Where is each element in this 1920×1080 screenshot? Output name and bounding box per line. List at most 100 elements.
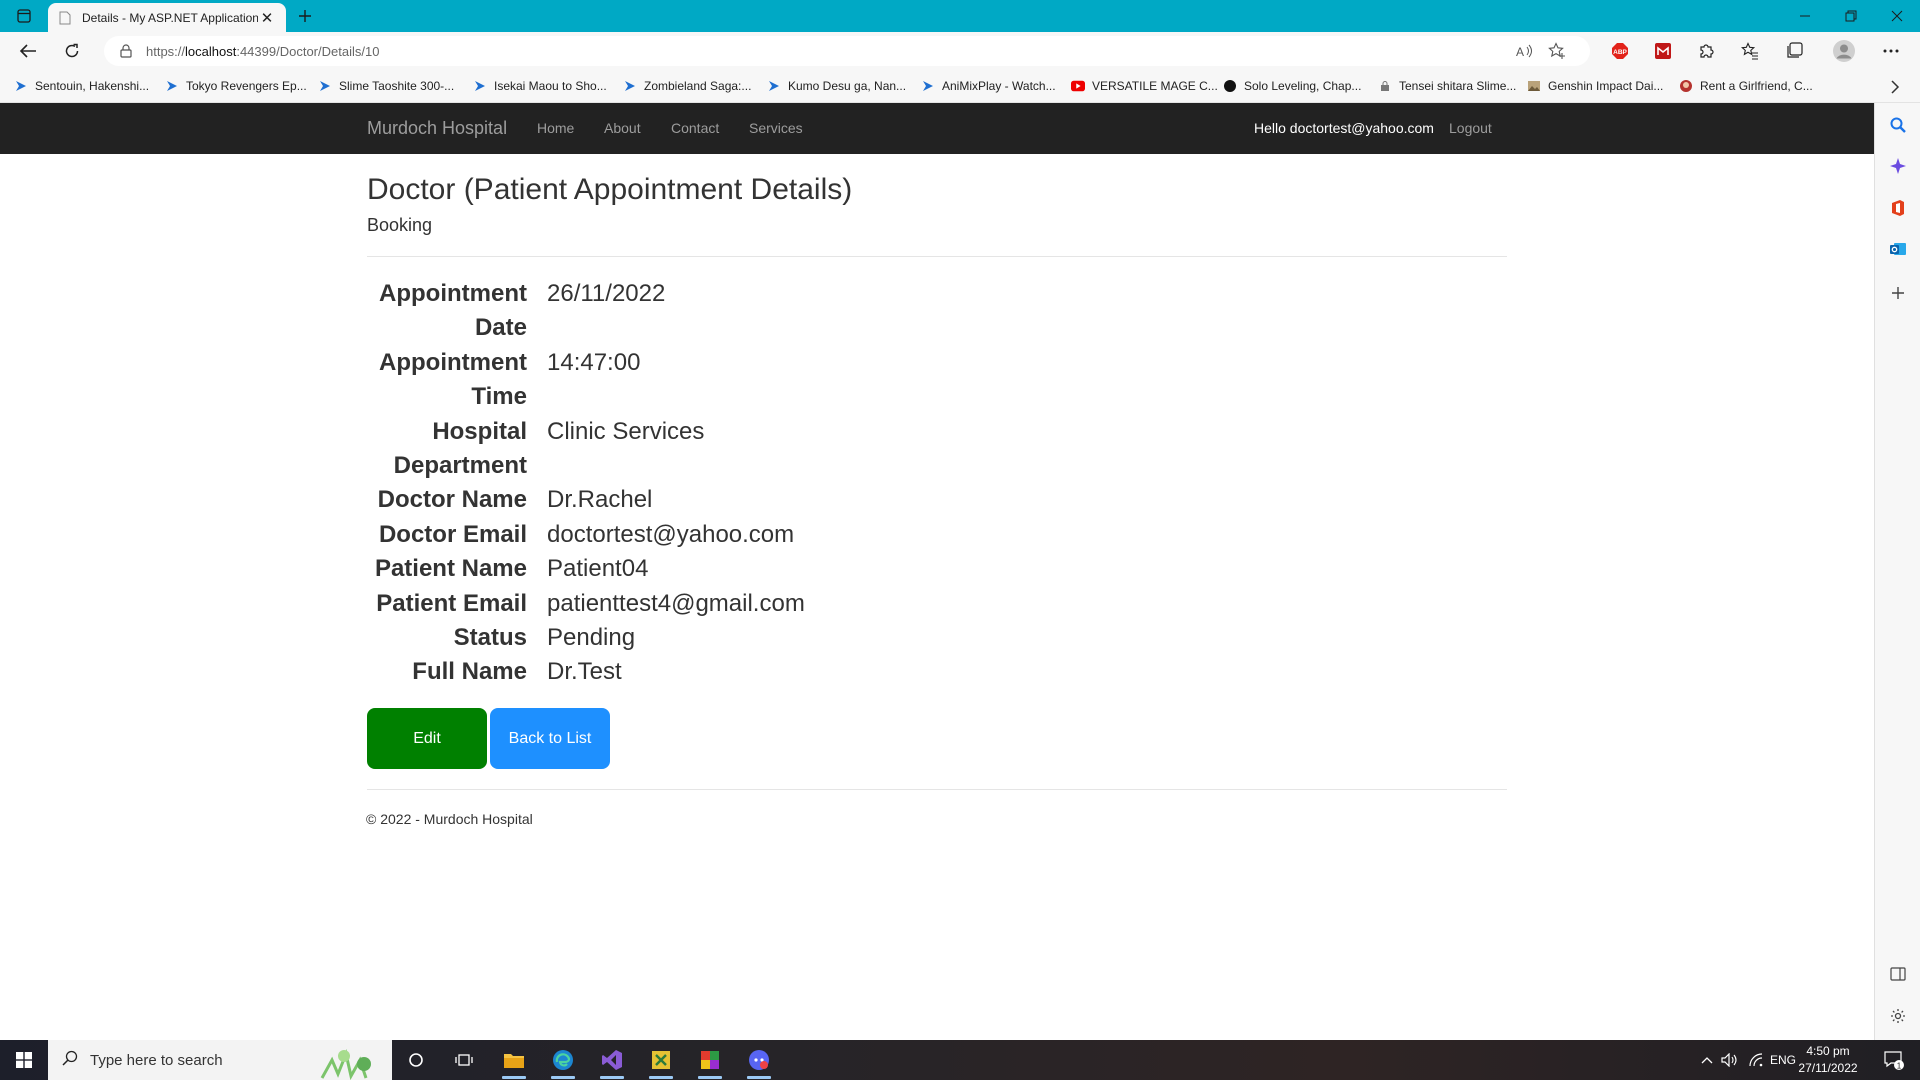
favorite-item[interactable]: Slime Taoshite 300-...: [318, 77, 454, 95]
favorite-item[interactable]: AniMixPlay - Watch...: [921, 77, 1056, 95]
bookmark-arrow-icon: [767, 79, 781, 93]
detail-label: Status: [453, 624, 527, 652]
detail-label: Doctor Email: [378, 520, 527, 548]
browser-tab-active[interactable]: Details - My ASP.NET Application ✕: [48, 3, 286, 32]
taskbar-search-box[interactable]: Type here to search: [48, 1040, 392, 1080]
minimize-icon[interactable]: [1782, 0, 1828, 32]
favorite-item[interactable]: Genshin Impact Dai...: [1527, 77, 1663, 95]
search-icon[interactable]: [1885, 112, 1911, 138]
page-subtitle: Booking: [367, 215, 433, 235]
detail-label: Patient Name: [374, 555, 527, 583]
logout-link[interactable]: Logout: [1449, 120, 1492, 136]
favorite-item[interactable]: Sentouin, Hakenshi...: [14, 77, 149, 95]
site-navbar: Murdoch Hospital Home About Contact Serv…: [0, 103, 1874, 154]
sql-tool-icon[interactable]: [637, 1040, 685, 1080]
winrar-app-icon[interactable]: [686, 1040, 734, 1080]
mcafee-extension-icon[interactable]: [1648, 37, 1678, 65]
sidebar-settings-gear-icon[interactable]: [1885, 1003, 1911, 1029]
lock-icon[interactable]: [118, 43, 134, 59]
favorite-item[interactable]: Tensei shitara Slime...: [1378, 77, 1516, 95]
add-sidebar-app-icon[interactable]: [1885, 280, 1911, 306]
collections-icon[interactable]: [1779, 37, 1809, 65]
detail-row: Hospital Department Clinic Services: [367, 415, 1067, 484]
detail-value: Patient04: [547, 555, 649, 583]
task-view-icon[interactable]: [440, 1040, 488, 1080]
discover-sparkle-icon[interactable]: [1885, 153, 1911, 179]
page-favicon-icon: [58, 11, 72, 25]
favorite-item[interactable]: Isekai Maou to Sho...: [473, 77, 607, 95]
detail-value: 14:47:00: [547, 348, 641, 376]
favorite-item[interactable]: Zombieland Saga:...: [623, 77, 751, 95]
tab-title: Details - My ASP.NET Application: [82, 10, 258, 25]
office-icon[interactable]: [1885, 195, 1911, 221]
add-favorite-star-icon[interactable]: [1546, 42, 1568, 60]
user-greeting-link[interactable]: Hello doctortest@yahoo.com: [1254, 120, 1434, 136]
new-tab-icon[interactable]: [292, 5, 318, 27]
site-brand-link[interactable]: Murdoch Hospital: [367, 118, 507, 139]
page-title: Doctor (Patient Appointment Details): [367, 173, 853, 206]
profile-avatar-icon[interactable]: [1829, 37, 1859, 65]
detail-value: Clinic Services: [547, 417, 705, 445]
detail-row: Doctor Email doctortest@yahoo.com: [367, 518, 1067, 552]
show-hidden-icons-chevron-icon[interactable]: [1697, 1040, 1717, 1080]
windows-start-icon[interactable]: [0, 1040, 48, 1080]
restore-icon[interactable]: [1828, 0, 1874, 32]
bookmark-arrow-icon: [473, 79, 487, 93]
favorite-item[interactable]: Tokyo Revengers Ep...: [165, 77, 307, 95]
adblock-plus-icon[interactable]: ABP: [1605, 37, 1635, 65]
cortana-icon[interactable]: [392, 1040, 440, 1080]
network-wifi-icon[interactable]: [1745, 1040, 1767, 1080]
favorite-item[interactable]: Rent a Girlfriend, C...: [1679, 77, 1813, 95]
nav-link-home[interactable]: Home: [537, 120, 574, 136]
bookmark-arrow-icon: [318, 79, 332, 93]
detail-row: Full Name Dr.Test: [367, 655, 1067, 689]
favorites-list-icon[interactable]: [1735, 37, 1765, 65]
svg-text:A: A: [1516, 45, 1524, 58]
search-placeholder: Type here to search: [90, 1051, 223, 1069]
hide-sidebar-icon[interactable]: [1885, 961, 1911, 987]
back-to-list-button[interactable]: Back to List: [490, 708, 610, 769]
favorite-item[interactable]: VERSATILE MAGE C...: [1071, 77, 1218, 95]
visual-studio-icon[interactable]: [588, 1040, 636, 1080]
detail-label: Hospital Department: [393, 417, 527, 480]
nav-link-about[interactable]: About: [604, 120, 641, 136]
extensions-puzzle-icon[interactable]: [1692, 37, 1722, 65]
address-bar-row: https://localhost:44399/Doctor/Details/1…: [0, 32, 1920, 70]
footer-divider: [367, 789, 1507, 790]
outlook-icon[interactable]: [1885, 236, 1911, 262]
discord-icon[interactable]: [735, 1040, 783, 1080]
detail-label: Doctor Name: [377, 486, 527, 514]
favorite-item[interactable]: Kumo Desu ga, Nan...: [767, 77, 906, 95]
tab-close-icon[interactable]: ✕: [258, 9, 276, 27]
detail-row: Appointment Time 14:47:00: [367, 346, 1067, 415]
search-highlight-leaves-icon: [320, 1048, 371, 1080]
file-explorer-icon[interactable]: [490, 1040, 538, 1080]
anime-site-icon: [1679, 79, 1693, 93]
tab-actions-icon[interactable]: [10, 5, 38, 27]
close-window-icon[interactable]: [1874, 0, 1920, 32]
detail-label: Appointment Time: [379, 348, 527, 411]
back-arrow-icon[interactable]: [12, 37, 44, 65]
nav-link-services[interactable]: Services: [749, 120, 803, 136]
url-text: https://localhost:44399/Doctor/Details/1…: [146, 43, 380, 59]
volume-icon[interactable]: [1719, 1040, 1741, 1080]
language-indicator[interactable]: ENG: [1769, 1040, 1797, 1080]
nav-link-contact[interactable]: Contact: [671, 120, 719, 136]
detail-row: Patient Email patienttest4@gmail.com: [367, 587, 1067, 621]
clock[interactable]: 4:50 pm 27/11/2022: [1796, 1043, 1860, 1077]
detail-value: Dr.Test: [547, 658, 622, 686]
more-menu-icon[interactable]: [1876, 37, 1906, 65]
detail-row: Doctor Name Dr.Rachel: [367, 483, 1067, 517]
detail-value: Dr.Rachel: [547, 486, 653, 514]
address-bar[interactable]: https://localhost:44399/Doctor/Details/1…: [104, 36, 1590, 66]
favorite-item[interactable]: Solo Leveling, Chap...: [1223, 77, 1361, 95]
refresh-icon[interactable]: [56, 37, 88, 65]
windows-taskbar: Type here to search ENG 4:50 pm 27/11/20…: [0, 1040, 1920, 1080]
read-aloud-icon[interactable]: A: [1514, 42, 1536, 60]
edit-button[interactable]: Edit: [367, 708, 487, 769]
detail-label: Appointment Date: [379, 280, 527, 342]
favorites-overflow-chevron-icon[interactable]: [1884, 77, 1906, 97]
favorites-bar: Sentouin, Hakenshi... Tokyo Revengers Ep…: [0, 70, 1920, 103]
edge-browser-icon[interactable]: [539, 1040, 587, 1080]
notification-center-icon[interactable]: 1: [1874, 1040, 1914, 1080]
